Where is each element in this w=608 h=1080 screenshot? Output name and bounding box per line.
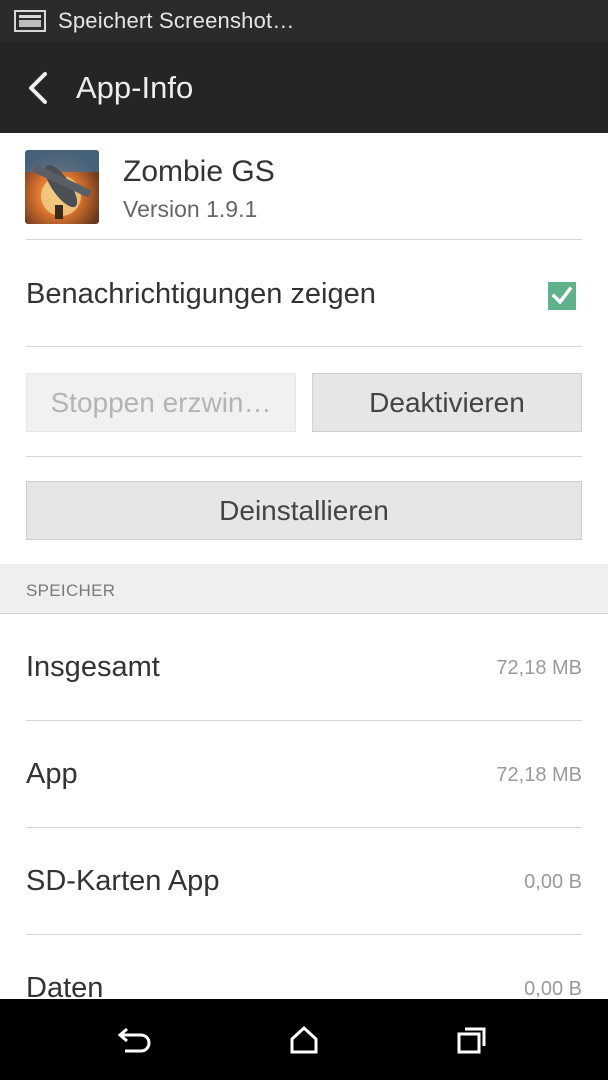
notifications-checkbox[interactable]	[548, 282, 576, 310]
storage-value: 72,18 MB	[496, 764, 582, 786]
recents-icon	[457, 1027, 486, 1053]
divider	[26, 720, 582, 721]
app-version: Version 1.9.1	[123, 196, 258, 222]
storage-value: 0,00 B	[524, 871, 582, 893]
home-icon	[290, 1025, 318, 1053]
nav-back-button[interactable]	[75, 999, 195, 1080]
status-bar: Speichert Screenshot…	[0, 0, 608, 42]
storage-value: 0,00 B	[524, 978, 582, 1000]
app-bar: App-Info	[0, 42, 608, 133]
notifications-label: Benachrichtigungen zeigen	[26, 278, 376, 310]
screenshot-icon	[14, 10, 46, 32]
nav-home-button[interactable]	[244, 999, 364, 1080]
divider	[26, 827, 582, 828]
app-icon	[25, 150, 99, 224]
back-arrow-icon	[29, 71, 47, 104]
back-button[interactable]	[0, 42, 76, 133]
deactivate-button[interactable]: Deaktivieren	[312, 373, 582, 432]
nav-recents-button[interactable]	[412, 999, 532, 1080]
storage-row-app: App 72,18 MB	[0, 722, 608, 828]
notifications-row[interactable]: Benachrichtigungen zeigen	[0, 240, 608, 346]
divider	[26, 346, 582, 347]
storage-label: SD-Karten App	[26, 865, 220, 897]
storage-section-title: SPEICHER	[26, 581, 116, 600]
storage-row-total: Insgesamt 72,18 MB	[0, 615, 608, 721]
check-icon	[551, 286, 573, 305]
back-icon	[117, 1027, 151, 1052]
app-name: Zombie GS	[123, 155, 275, 188]
storage-section-header: SPEICHER	[0, 564, 608, 614]
status-notification-text: Speichert Screenshot…	[58, 8, 295, 33]
storage-value: 72,18 MB	[496, 657, 582, 679]
divider	[26, 934, 582, 935]
uninstall-button[interactable]: Deinstallieren	[26, 481, 582, 540]
storage-row-sd-app: SD-Karten App 0,00 B	[0, 829, 608, 935]
force-stop-button[interactable]: Stoppen erzwin…	[26, 373, 296, 432]
divider	[26, 456, 582, 457]
storage-label: Insgesamt	[26, 651, 160, 683]
storage-label: App	[26, 758, 78, 790]
navigation-bar	[0, 999, 608, 1080]
page-title: App-Info	[76, 69, 194, 105]
app-header: Zombie GS Version 1.9.1	[0, 133, 608, 239]
